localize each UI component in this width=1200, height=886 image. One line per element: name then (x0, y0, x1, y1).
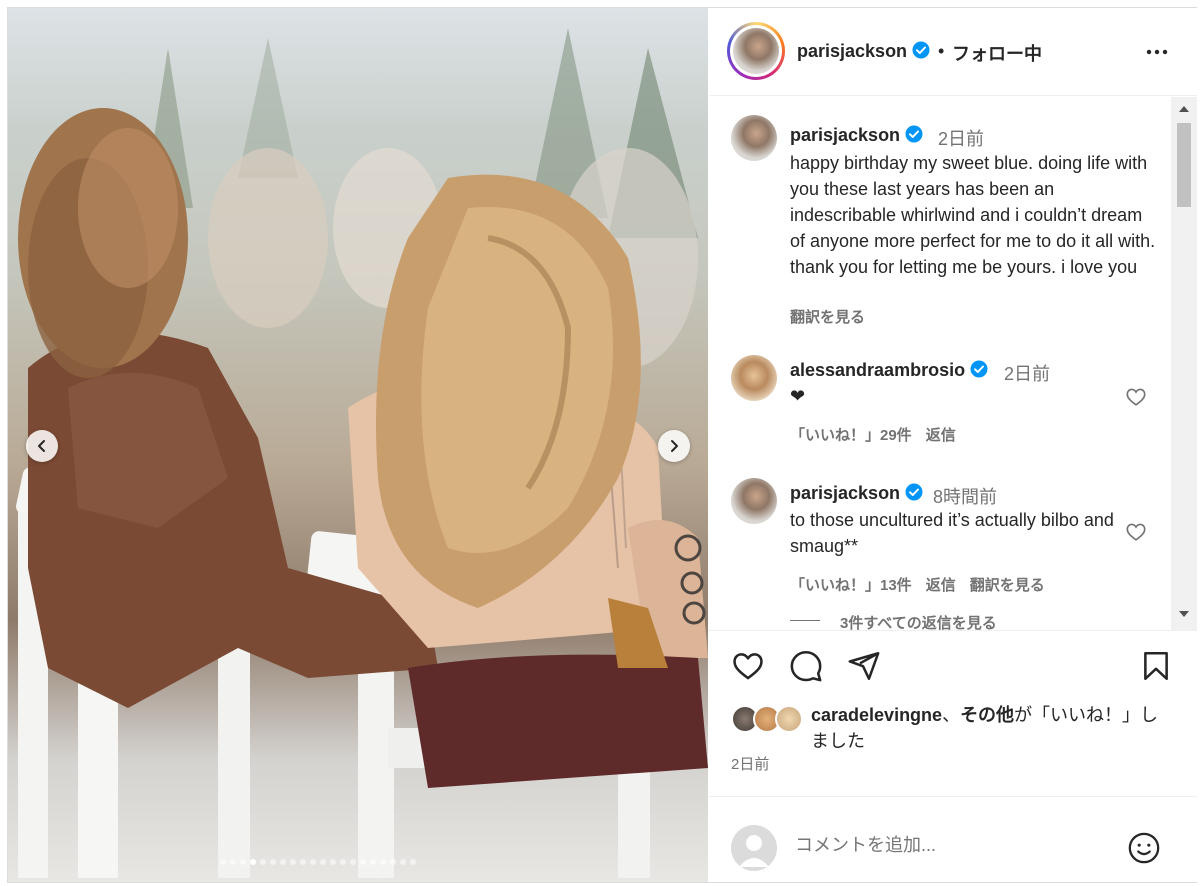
post-photo[interactable] (8, 8, 708, 882)
comment-reply-button[interactable]: 返信 (926, 577, 956, 594)
carousel-dots (220, 859, 416, 865)
carousel-dot (270, 859, 276, 865)
comment-likes[interactable]: 「いいね！」13件 (790, 577, 912, 594)
carousel-dot (300, 859, 306, 865)
caption-time[interactable]: 2日前 (938, 125, 984, 151)
comment-text: to those uncultured it’s actually bilbo … (790, 510, 1114, 556)
carousel-dot (240, 859, 246, 865)
post-timestamp[interactable]: 2日前 (731, 753, 769, 774)
carousel-dot (340, 859, 346, 865)
scroll-down-arrow[interactable] (1179, 611, 1189, 617)
photo-illustration (16, 28, 708, 878)
comment-bubble-icon[interactable] (789, 649, 823, 683)
comment-translate[interactable]: 翻訳を見る (970, 577, 1045, 594)
carousel-dot (360, 859, 366, 865)
verified-badge-icon (912, 41, 930, 59)
more-horizontal-icon[interactable] (1142, 40, 1172, 64)
comments-list[interactable]: parisjackson 2日前 happy birthday my sweet… (709, 97, 1197, 631)
carousel-dot (320, 859, 326, 865)
liker-username[interactable]: caradelevingne (811, 705, 942, 725)
comment-text: ❤ (790, 386, 806, 406)
verified-badge-icon (905, 483, 923, 501)
liked-by-text: caradelevingne、その他が「いいね！」しました (811, 705, 1159, 751)
carousel-dot (350, 859, 356, 865)
add-comment-input[interactable] (795, 835, 1095, 856)
comments-scrollbar[interactable] (1171, 97, 1197, 630)
chevron-right-icon (671, 440, 678, 452)
comment-time[interactable]: 8時間前 (933, 483, 997, 509)
scroll-up-arrow[interactable] (1179, 106, 1189, 112)
caption-translate[interactable]: 翻訳を見る (790, 306, 879, 327)
liker-avatar[interactable] (775, 705, 803, 733)
carousel-dot (330, 859, 336, 865)
likes-others-link[interactable]: その他 (960, 705, 1014, 725)
user-placeholder-icon (739, 835, 769, 867)
following-button[interactable]: フォロー中 (952, 40, 1042, 66)
bookmark-icon[interactable] (1139, 649, 1173, 683)
carousel-dot (380, 859, 386, 865)
scroll-thumb[interactable] (1177, 123, 1191, 207)
comment-username[interactable]: parisjackson (790, 483, 923, 504)
header-separator: • (938, 41, 945, 61)
carousel-next-button[interactable] (658, 430, 690, 462)
share-send-icon[interactable] (847, 649, 881, 683)
current-user-avatar (731, 825, 777, 871)
post-header: parisjackson • フォロー中 (709, 8, 1197, 96)
header-username[interactable]: parisjackson (797, 41, 930, 62)
comment-meta: 「いいね！」29件 返信 (790, 424, 970, 445)
heart-icon[interactable] (1125, 386, 1147, 408)
verified-badge-icon (970, 360, 988, 378)
carousel-dot (390, 859, 396, 865)
carousel-dot (370, 859, 376, 865)
replies-divider (790, 620, 820, 621)
heart-icon[interactable] (1125, 521, 1147, 543)
comment-username[interactable]: alessandraambrosio (790, 360, 988, 381)
comment-reply-button[interactable]: 返信 (926, 427, 956, 444)
caption-username[interactable]: parisjackson (790, 125, 923, 146)
comment-avatar[interactable] (731, 355, 777, 401)
comment-avatar[interactable] (731, 478, 777, 524)
carousel-dot (400, 859, 406, 865)
emoji-icon[interactable] (1127, 831, 1161, 865)
verified-badge-icon (905, 125, 923, 143)
carousel-dot (290, 859, 296, 865)
add-comment-bar (709, 796, 1197, 882)
carousel-dot (310, 859, 316, 865)
carousel-dot (250, 859, 256, 865)
comment-likes[interactable]: 「いいね！」29件 (790, 427, 912, 444)
comment-meta: 「いいね！」13件 返信 翻訳を見る (790, 574, 1059, 595)
like-heart-icon[interactable] (731, 649, 765, 683)
view-replies-button[interactable]: 3件すべての返信を見る (840, 612, 997, 630)
caption-text: happy birthday my sweet blue. doing life… (790, 153, 1156, 277)
carousel-dot (220, 859, 226, 865)
caption-avatar[interactable] (731, 115, 777, 161)
carousel-prev-button[interactable] (26, 430, 58, 462)
header-avatar[interactable] (727, 22, 785, 80)
carousel-dot (410, 859, 416, 865)
carousel-dot (230, 859, 236, 865)
chevron-left-icon (38, 440, 45, 452)
carousel-dot (260, 859, 266, 865)
carousel-dot (280, 859, 286, 865)
post-side-panel: parisjackson • フォロー中 parisjackson 2日前 ha… (709, 8, 1197, 882)
